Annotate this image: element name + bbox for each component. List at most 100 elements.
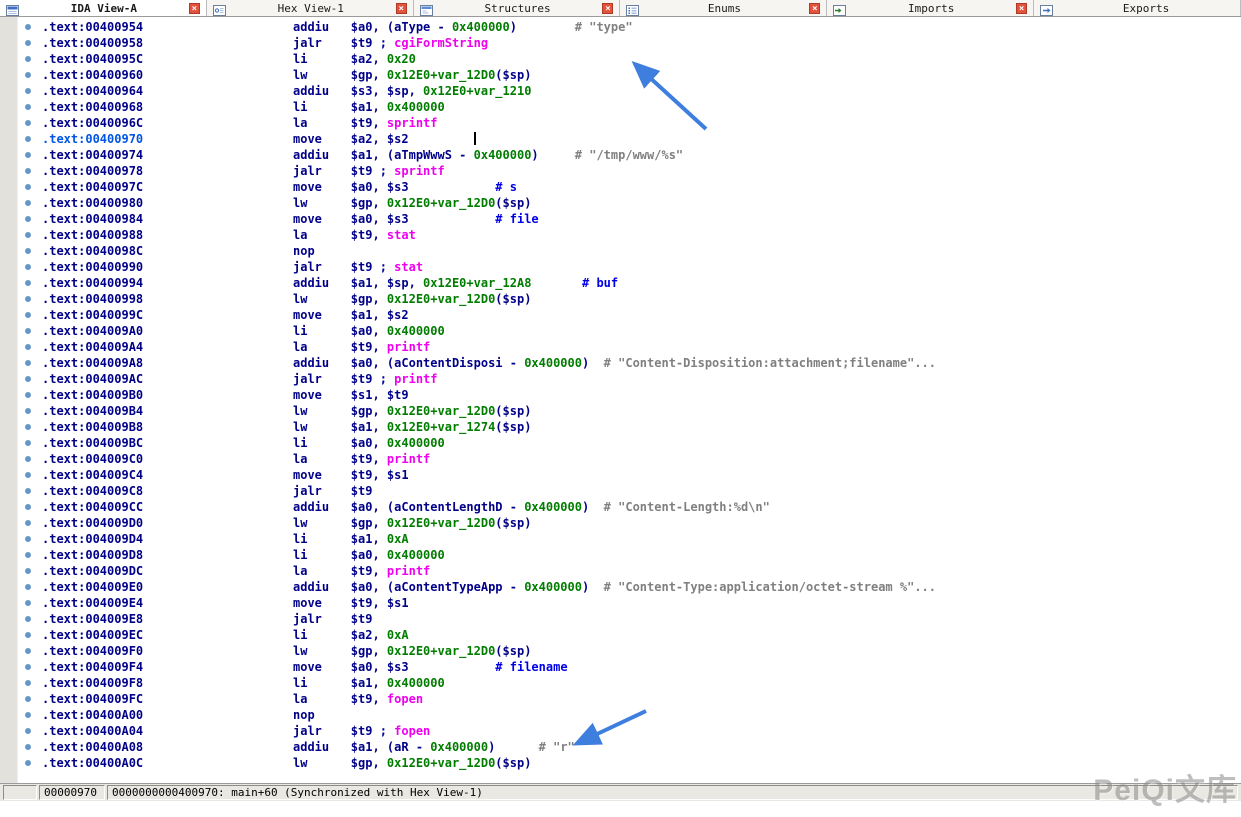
asm-line[interactable]: .text:004009A0li $a0, 0x400000 bbox=[42, 323, 1241, 339]
tab-label: Enums bbox=[644, 2, 804, 15]
asm-line[interactable]: .text:0040097Cmove $a0, $s3 # s bbox=[42, 179, 1241, 195]
asm-text: lw $gp, bbox=[293, 756, 387, 770]
asm-line[interactable]: .text:00400998lw $gp, 0x12E0+var_12D0($s… bbox=[42, 291, 1241, 307]
asm-line[interactable]: .text:00400980lw $gp, 0x12E0+var_12D0($s… bbox=[42, 195, 1241, 211]
close-tab-icon[interactable]: × bbox=[809, 3, 820, 14]
asm-line[interactable]: .text:004009C8jalr $t9 bbox=[42, 483, 1241, 499]
asm-address: .text:004009F4 bbox=[42, 660, 143, 674]
status-cell-empty bbox=[3, 785, 37, 800]
asm-line[interactable]: .text:0040099Cmove $a1, $s2 bbox=[42, 307, 1241, 323]
asm-line[interactable]: .text:004009B4lw $gp, 0x12E0+var_12D0($s… bbox=[42, 403, 1241, 419]
asm-line[interactable]: .text:004009BCli $a0, 0x400000 bbox=[42, 435, 1241, 451]
line-marker-dot bbox=[25, 360, 31, 366]
asm-address: .text:004009C0 bbox=[42, 452, 143, 466]
asm-line[interactable]: .text:004009E4move $t9, $s1 bbox=[42, 595, 1241, 611]
asm-instruction: move $t9, $s1 bbox=[293, 595, 409, 611]
text-cursor bbox=[474, 132, 476, 145]
tab-ida-view-a[interactable]: IDA View-A× bbox=[0, 0, 207, 16]
asm-line[interactable]: .text:004009F0lw $gp, 0x12E0+var_12D0($s… bbox=[42, 643, 1241, 659]
close-tab-icon[interactable]: × bbox=[189, 3, 200, 14]
asm-line[interactable]: .text:004009F8li $a1, 0x400000 bbox=[42, 675, 1241, 691]
tab-hex-view-1[interactable]: Hex View-1 × bbox=[207, 0, 414, 16]
asm-line[interactable]: .text:004009E0addiu $a0, (aContentTypeAp… bbox=[42, 579, 1241, 595]
line-marker-dot bbox=[25, 344, 31, 350]
asm-text: lw $gp, bbox=[293, 644, 387, 658]
asm-line[interactable]: .text:004009E8jalr $t9 bbox=[42, 611, 1241, 627]
tab-structures[interactable]: Structures× bbox=[414, 0, 621, 16]
ref-comment: # s bbox=[495, 180, 517, 194]
asm-address: .text:00400978 bbox=[42, 164, 143, 178]
asm-text: li $a0, bbox=[293, 436, 387, 450]
asm-line[interactable]: .text:00400954addiu $a0, (aType - 0x4000… bbox=[42, 19, 1241, 35]
asm-line[interactable]: .text:00400960lw $gp, 0x12E0+var_12D0($s… bbox=[42, 67, 1241, 83]
asm-line[interactable]: .text:004009B8lw $a1, 0x12E0+var_1274($s… bbox=[42, 419, 1241, 435]
asm-line[interactable]: .text:00400A0Clw $gp, 0x12E0+var_12D0($s… bbox=[42, 755, 1241, 771]
asm-line[interactable]: .text:004009F4move $a0, $s3 # filename bbox=[42, 659, 1241, 675]
asm-line[interactable]: .text:00400990jalr $t9 ; stat bbox=[42, 259, 1241, 275]
asm-instruction: addiu $a0, (aContentTypeApp - 0x400000) … bbox=[293, 579, 936, 595]
line-marker-dot bbox=[25, 648, 31, 654]
close-tab-icon[interactable]: × bbox=[1016, 3, 1027, 14]
function-name: printf bbox=[387, 452, 430, 466]
asm-line[interactable]: .text:004009CCaddiu $a0, (aContentLength… bbox=[42, 499, 1241, 515]
tab-exports[interactable]: Exports bbox=[1034, 0, 1241, 16]
asm-instruction: lw $gp, 0x12E0+var_12D0($sp) bbox=[293, 643, 531, 659]
close-tab-icon[interactable]: × bbox=[602, 3, 613, 14]
asm-line[interactable]: .text:004009C4move $t9, $s1 bbox=[42, 467, 1241, 483]
asm-instruction: li $a1, 0x400000 bbox=[293, 675, 445, 691]
tab-imports[interactable]: Imports× bbox=[827, 0, 1034, 16]
asm-instruction: nop bbox=[293, 243, 315, 259]
asm-line[interactable]: .text:00400A08addiu $a1, (aR - 0x400000)… bbox=[42, 739, 1241, 755]
line-marker-dot bbox=[25, 680, 31, 686]
asm-address: .text:00400954 bbox=[42, 20, 143, 34]
number-literal: 0x12E0+var_12D0 bbox=[387, 292, 495, 306]
asm-address: .text:00400A00 bbox=[42, 708, 143, 722]
asm-text: li $a2, bbox=[293, 52, 387, 66]
asm-address: .text:004009DC bbox=[42, 564, 143, 578]
asm-line[interactable]: .text:00400964addiu $s3, $sp, 0x12E0+var… bbox=[42, 83, 1241, 99]
asm-instruction: jalr $t9 ; sprintf bbox=[293, 163, 445, 179]
line-marker-dot bbox=[25, 712, 31, 718]
tab-enums[interactable]: Enums × bbox=[620, 0, 827, 16]
asm-line[interactable]: .text:004009A4la $t9, printf bbox=[42, 339, 1241, 355]
asm-text: ($sp) bbox=[495, 404, 531, 418]
asm-line[interactable]: .text:00400958jalr $t9 ; cgiFormString bbox=[42, 35, 1241, 51]
asm-line[interactable]: .text:00400968li $a1, 0x400000 bbox=[42, 99, 1241, 115]
asm-instruction: li $a1, 0xA bbox=[293, 531, 409, 547]
asm-line[interactable]: .text:00400984move $a0, $s3 # file bbox=[42, 211, 1241, 227]
number-literal: 0x12E0+var_1210 bbox=[423, 84, 531, 98]
asm-text: ($sp) bbox=[495, 292, 531, 306]
status-bar: 00000970 0000000000400970: main+60 (Sync… bbox=[0, 783, 1241, 801]
asm-instruction: move $a0, $s3 # s bbox=[293, 179, 517, 195]
tab-label: Hex View-1 bbox=[231, 2, 391, 15]
asm-line[interactable]: .text:004009FCla $t9, fopen bbox=[42, 691, 1241, 707]
asm-line[interactable]: .text:004009B0move $s1, $t9 bbox=[42, 387, 1241, 403]
asm-line[interactable]: .text:004009ACjalr $t9 ; printf bbox=[42, 371, 1241, 387]
asm-line[interactable]: .text:004009D8li $a0, 0x400000 bbox=[42, 547, 1241, 563]
asm-line[interactable]: .text:0040096Cla $t9, sprintf bbox=[42, 115, 1241, 131]
asm-line[interactable]: .text:004009D0lw $gp, 0x12E0+var_12D0($s… bbox=[42, 515, 1241, 531]
asm-instruction: jalr $t9 bbox=[293, 483, 372, 499]
asm-line[interactable]: .text:00400A00nop bbox=[42, 707, 1241, 723]
asm-line[interactable]: .text:00400A04jalr $t9 ; fopen bbox=[42, 723, 1241, 739]
asm-line[interactable]: .text:004009ECli $a2, 0xA bbox=[42, 627, 1241, 643]
asm-text: move $a0, $s3 bbox=[293, 212, 495, 226]
asm-line[interactable]: .text:00400978 jalr $t9 ; sprintf bbox=[42, 163, 1241, 179]
asm-line[interactable]: .text:004009D4li $a1, 0xA bbox=[42, 531, 1241, 547]
asm-line[interactable]: .text:0040098Cnop bbox=[42, 243, 1241, 259]
close-tab-icon[interactable]: × bbox=[396, 3, 407, 14]
asm-line[interactable]: .text:00400974addiu $a1, (aTmpWwwS - 0x4… bbox=[42, 147, 1241, 163]
asm-line[interactable]: .text:00400970move $a2, $s2 bbox=[42, 131, 1241, 147]
asm-text: li $a0, bbox=[293, 548, 387, 562]
asm-line[interactable]: .text:00400988la $t9, stat bbox=[42, 227, 1241, 243]
asm-address: .text:004009EC bbox=[42, 628, 143, 642]
disassembly-canvas[interactable]: .text:00400954addiu $a0, (aType - 0x4000… bbox=[18, 17, 1241, 783]
asm-instruction: jalr $t9 ; stat bbox=[293, 259, 423, 275]
asm-line[interactable]: .text:004009C0la $t9, printf bbox=[42, 451, 1241, 467]
ref-comment: # filename bbox=[495, 660, 567, 674]
asm-address: .text:004009D8 bbox=[42, 548, 143, 562]
asm-line[interactable]: .text:004009DCla $t9, printf bbox=[42, 563, 1241, 579]
asm-line[interactable]: .text:004009A8addiu $a0, (aContentDispos… bbox=[42, 355, 1241, 371]
asm-line[interactable]: .text:00400994addiu $a1, $sp, 0x12E0+var… bbox=[42, 275, 1241, 291]
asm-line[interactable]: .text:0040095Cli $a2, 0x20 bbox=[42, 51, 1241, 67]
